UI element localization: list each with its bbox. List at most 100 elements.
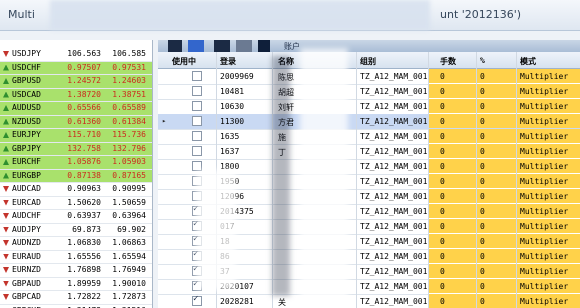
quote-row[interactable]: GBPUSD 1.24572 1.24603 (0, 75, 152, 89)
quote-ask: 1.24603 (112, 76, 146, 85)
quote-bid: 106.563 (67, 49, 101, 58)
quote-row[interactable]: AUDUSD 0.65566 0.65589 (0, 102, 152, 116)
quote-row[interactable]: EURGBP 0.87138 0.87165 (0, 169, 152, 183)
group-cell: TZ_A12_MAM_001 (360, 237, 428, 246)
window-title-right: unt '2012136') (440, 8, 522, 21)
quote-ask: 0.90995 (112, 184, 146, 193)
lots-cell: 0 (440, 102, 445, 111)
quote-ask: 106.585 (112, 49, 146, 58)
group-cell: TZ_A12_MAM_001 (360, 207, 428, 216)
price-down-icon (3, 51, 9, 57)
quote-symbol: EURCAD (12, 197, 41, 207)
lots-cell: 0 (440, 132, 445, 141)
price-down-icon (3, 226, 9, 233)
group-cell: TZ_A12_MAM_001 (360, 102, 428, 111)
inuse-checkbox[interactable] (192, 71, 202, 81)
col-lots-header[interactable]: 手数 (440, 56, 456, 67)
quote-symbol: EURCHF (12, 157, 41, 166)
col-inuse-header[interactable]: 使用中 (172, 56, 196, 67)
col-pct-header[interactable]: % (480, 56, 485, 65)
quote-row[interactable]: EURCAD 1.50620 1.50659 (0, 197, 152, 210)
inuse-checkbox[interactable] (192, 131, 202, 141)
col-mode-header[interactable]: 模式 (520, 56, 536, 67)
group-cell: TZ_A12_MAM_001 (360, 222, 428, 231)
group-cell: TZ_A12_MAM_001 (360, 177, 428, 186)
window-titlebar: Multi unt '2012136') (0, 0, 580, 31)
lots-cell: 0 (440, 177, 445, 186)
quote-row[interactable]: EURCHF 1.05876 1.05903 (0, 156, 152, 170)
login-cell: 1635 (220, 132, 240, 141)
mam-terminal-window: Multi unt '2012136') USDJPY 106.563 106.58… (0, 0, 580, 308)
column-divider (476, 52, 477, 308)
pct-cell: 0 (480, 192, 485, 201)
lots-cell: 0 (440, 222, 445, 231)
mode-cell: Multiplier (520, 192, 569, 201)
col-group-header[interactable]: 组别 (360, 56, 376, 67)
quote-row[interactable]: GBPJPY 132.758 132.796 (0, 142, 152, 156)
quote-row[interactable]: AUDJPY 69.873 69.902 (0, 224, 152, 237)
inuse-checkbox[interactable] (192, 146, 202, 156)
grid-tab-label[interactable]: 账户 (284, 41, 300, 52)
mode-cell: Multiplier (520, 222, 569, 231)
quote-ask: 69.902 (117, 224, 146, 234)
group-cell: TZ_A12_MAM_001 (360, 132, 428, 141)
quote-ask: 1.50659 (112, 197, 146, 207)
quote-ask: 0.97531 (112, 62, 146, 72)
quote-ask: 0.61384 (112, 116, 146, 126)
pct-cell: 0 (480, 147, 485, 156)
price-down-icon (3, 267, 9, 273)
quote-row[interactable]: AUDCHF 0.63937 0.63964 (0, 210, 152, 224)
pct-cell: 0 (480, 267, 485, 276)
quote-row[interactable]: AUDNZD 1.06830 1.06863 (0, 237, 152, 251)
quotes-panel: USDJPY 106.563 106.585 USDCHF 0.97507 0.97531… (0, 40, 153, 308)
price-up-icon (3, 105, 9, 111)
quote-row[interactable]: AUDCAD 0.90963 0.90995 (0, 183, 152, 197)
pct-cell: 0 (480, 132, 485, 141)
quote-bid: 0.61360 (67, 116, 101, 126)
window-title-left: Multi (8, 8, 35, 21)
price-down-icon (3, 294, 9, 300)
quote-row-partial (0, 40, 152, 48)
quote-row[interactable]: NZDUSD 0.61360 0.61384 (0, 115, 152, 129)
inuse-checkbox[interactable] (192, 101, 202, 111)
quote-row[interactable]: USDCHF 0.97507 0.97531 (0, 61, 152, 75)
group-cell: TZ_A12_MAM_001 (360, 162, 428, 171)
quote-bid: 1.06830 (67, 238, 101, 247)
lots-cell: 0 (440, 72, 445, 81)
quote-row[interactable]: USDJPY 106.563 106.585 (0, 48, 152, 62)
price-up-icon (3, 132, 9, 138)
quote-ask: 1.38751 (112, 89, 146, 99)
quote-symbol: AUDNZD (12, 238, 41, 247)
lots-cell: 0 (440, 147, 445, 156)
quote-ask: 132.796 (112, 143, 146, 153)
col-login-header[interactable]: 登录 (220, 56, 236, 67)
quote-row[interactable]: GBPCHF 1.21478 1.21516 (0, 305, 152, 308)
price-up-icon (3, 91, 9, 98)
quote-row[interactable]: EURJPY 115.710 115.736 (0, 129, 152, 143)
pct-cell: 0 (480, 252, 485, 261)
quote-symbol: AUDCHF (12, 211, 41, 220)
price-up-icon (3, 118, 9, 125)
quote-symbol: USDCHF (12, 62, 41, 72)
inuse-checkbox[interactable] (192, 86, 202, 96)
quote-row[interactable]: EURAUD 1.65556 1.65594 (0, 251, 152, 264)
lots-cell: 0 (440, 252, 445, 261)
price-down-icon (3, 253, 9, 260)
name-cell: 关 (278, 298, 286, 307)
quote-ask: 1.21516 (108, 305, 146, 308)
inuse-checkbox[interactable] (192, 294, 202, 306)
quote-ask: 0.65589 (112, 103, 146, 112)
quote-row[interactable]: GBPCAD 1.72822 1.72873 (0, 291, 152, 305)
lots-cell: 0 (440, 282, 445, 291)
login-cell: 10481 (220, 87, 245, 96)
quote-symbol: GBPUSD (12, 76, 41, 85)
quote-symbol: AUDUSD (12, 103, 41, 112)
inuse-checkbox[interactable] (192, 116, 202, 126)
quote-row[interactable]: GBPAUD 1.89959 1.90010 (0, 278, 152, 291)
quote-row[interactable]: EURNZD 1.76898 1.76949 (0, 264, 152, 278)
quote-row[interactable]: USDCAD 1.38720 1.38751 (0, 88, 152, 102)
quote-bid: 69.873 (72, 224, 101, 234)
quote-bid: 0.63937 (67, 211, 101, 220)
quote-symbol: EURGBP (12, 170, 41, 180)
quote-bid: 1.21478 (61, 305, 101, 308)
